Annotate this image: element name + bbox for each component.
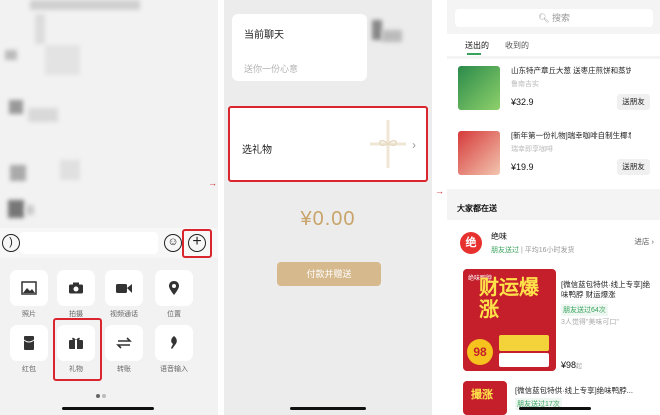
tab-received[interactable]: 收到的 (505, 40, 529, 51)
product-row[interactable]: 山东特产章丘大葱 送枣庄煎饼和蒸饼 鲁南吉实 ¥32.9 送朋友 (447, 59, 660, 124)
product-shop: 鲁南吉实 (511, 81, 539, 88)
featured-likes: 3人觉得"美味可口" (561, 319, 619, 326)
arrow-right-icon: → (435, 186, 444, 196)
store-name: 绝味 (491, 232, 507, 241)
home-indicator (519, 407, 591, 410)
gift-store-panel: 🔍︎ 搜索 送出的 收到的 山东特产章丘大葱 送枣庄煎饼和蒸饼 鲁南吉实 ¥32… (447, 0, 660, 415)
blurred-block (45, 45, 80, 75)
select-gift-label: 选礼物 (242, 145, 272, 156)
blurred-block (28, 108, 58, 122)
image-price: 98 (467, 339, 493, 365)
product-name: [新年第一份礼物]瑞幸咖啡自制生椰拿铁 (511, 131, 631, 140)
mic-icon (171, 336, 177, 349)
search-box[interactable]: 🔍︎ 搜索 (455, 9, 653, 27)
page-dots (95, 385, 107, 403)
search-placeholder: 搜索 (551, 13, 570, 23)
store-sent-label: 朋友送过 (491, 247, 519, 254)
featured-price-value: ¥98 (561, 360, 577, 370)
message-input[interactable] (20, 232, 158, 254)
pay-and-send-button[interactable]: 付款并赠送 (277, 262, 381, 286)
send-friend-button[interactable]: 送朋友 (617, 94, 650, 110)
red-envelope-icon (23, 336, 35, 350)
tool-label: 位置 (167, 311, 181, 318)
blurred-avatar (10, 165, 26, 181)
tool-voice-input[interactable]: 语音输入 (152, 325, 196, 374)
second-product-name: [微信蓝包特供·线上专享]绝味鸭脖... (515, 386, 633, 395)
tool-label: 照片 (22, 311, 36, 318)
enter-store-link[interactable]: 进店 › (634, 236, 654, 247)
tab-underline (467, 53, 481, 55)
video-icon (116, 284, 132, 293)
gift-highlight-box (53, 318, 102, 381)
section-title: 大家都在送 (457, 204, 497, 213)
tab-sent[interactable]: 送出的 (465, 40, 489, 51)
tool-label: 语音输入 (160, 366, 188, 373)
featured-price: ¥98起 (561, 360, 582, 370)
tool-red-envelope[interactable]: 红包 (7, 325, 51, 374)
blurred-block (35, 14, 45, 44)
store-card[interactable]: 绝 绝味 朋友送过 | 平均16小时发货 进店 › 绝味鸭脖 财运爆涨 98 [… (447, 220, 660, 415)
select-gift-card[interactable]: 选礼物 › (228, 106, 428, 182)
blurred-avatar (9, 100, 23, 114)
chevron-right-icon: › (412, 138, 416, 152)
featured-sent-count: 朋友送过64次 (561, 304, 608, 316)
blurred-block (382, 30, 402, 42)
product-price: ¥32.9 (511, 97, 534, 107)
gift-tabs: 送出的 收到的 (447, 34, 660, 56)
gift-bow-icon (370, 120, 406, 168)
gift-compose-panel: 当前聊天 送你一份心意 选礼物 › ¥0.00 付款并赠送 (224, 0, 432, 415)
gift-amount: ¥0.00 (300, 208, 356, 230)
tool-location[interactable]: 位置 (152, 270, 196, 319)
image-tag (499, 353, 549, 367)
plus-highlight-box (182, 229, 212, 258)
current-chat-label: 当前聊天 (244, 30, 284, 41)
message-card: 当前聊天 送你一份心意 (232, 14, 367, 81)
blurred-avatar (8, 200, 24, 218)
tool-label: 视频通话 (110, 311, 138, 318)
wish-input[interactable]: 送你一份心意 (244, 62, 298, 75)
blurred-title (30, 0, 140, 10)
store-subtitle: 朋友送过 | 平均16小时发货 (491, 247, 575, 254)
image-tag (499, 335, 549, 351)
camera-icon (69, 282, 83, 294)
arrow-right-icon: → (208, 178, 217, 188)
product-image (458, 131, 500, 175)
image-headline: 撮涨 (471, 389, 493, 401)
tool-transfer[interactable]: 转账 (102, 325, 146, 374)
location-icon (169, 281, 179, 295)
enter-store-label: 进店 (634, 237, 650, 246)
tool-camera[interactable]: 拍摄 (54, 270, 98, 319)
blurred-block (26, 205, 34, 215)
product-row[interactable]: [新年第一份礼物]瑞幸咖啡自制生椰拿铁 瑞幸即享咖啡 ¥19.9 送朋友 (447, 124, 660, 189)
product-name: 山东特产章丘大葱 送枣庄煎饼和蒸饼 (511, 66, 631, 75)
voice-icon[interactable]: ) (2, 234, 20, 252)
tool-label: 转账 (117, 366, 131, 373)
tool-photo[interactable]: 照片 (7, 270, 51, 319)
product-shop: 瑞幸即享咖啡 (511, 146, 553, 153)
tool-video-call[interactable]: 视频通话 (102, 270, 146, 319)
send-friend-button[interactable]: 送朋友 (617, 159, 650, 175)
blurred-avatar (372, 20, 382, 40)
store-logo: 绝 (460, 232, 482, 254)
blurred-block (5, 50, 17, 60)
home-indicator (290, 407, 366, 410)
product-image (458, 66, 500, 110)
featured-product-name: [微信蓝包特供·线上专享]绝味鸭脖 财运爆涨 (561, 280, 651, 299)
tool-label: 红包 (22, 366, 36, 373)
image-icon (21, 281, 37, 295)
store-delivery: 平均16小时发货 (524, 247, 575, 254)
featured-product-image[interactable]: 绝味鸭脖 财运爆涨 98 (463, 269, 556, 371)
image-headline: 财运爆涨 (479, 277, 539, 321)
chat-panel: ) ☺ + 照片 拍摄 视频通话 位置 红包 礼物 转账 语音输入 (0, 0, 218, 415)
transfer-icon (116, 337, 132, 349)
price-suffix: 起 (576, 364, 583, 370)
second-product-image[interactable]: 撮涨 (463, 381, 507, 415)
emoji-icon[interactable]: ☺ (164, 234, 182, 252)
blurred-block (60, 160, 80, 180)
home-indicator (62, 407, 154, 410)
search-icon: 🔍︎ (538, 13, 550, 23)
product-price: ¥19.9 (511, 162, 534, 172)
